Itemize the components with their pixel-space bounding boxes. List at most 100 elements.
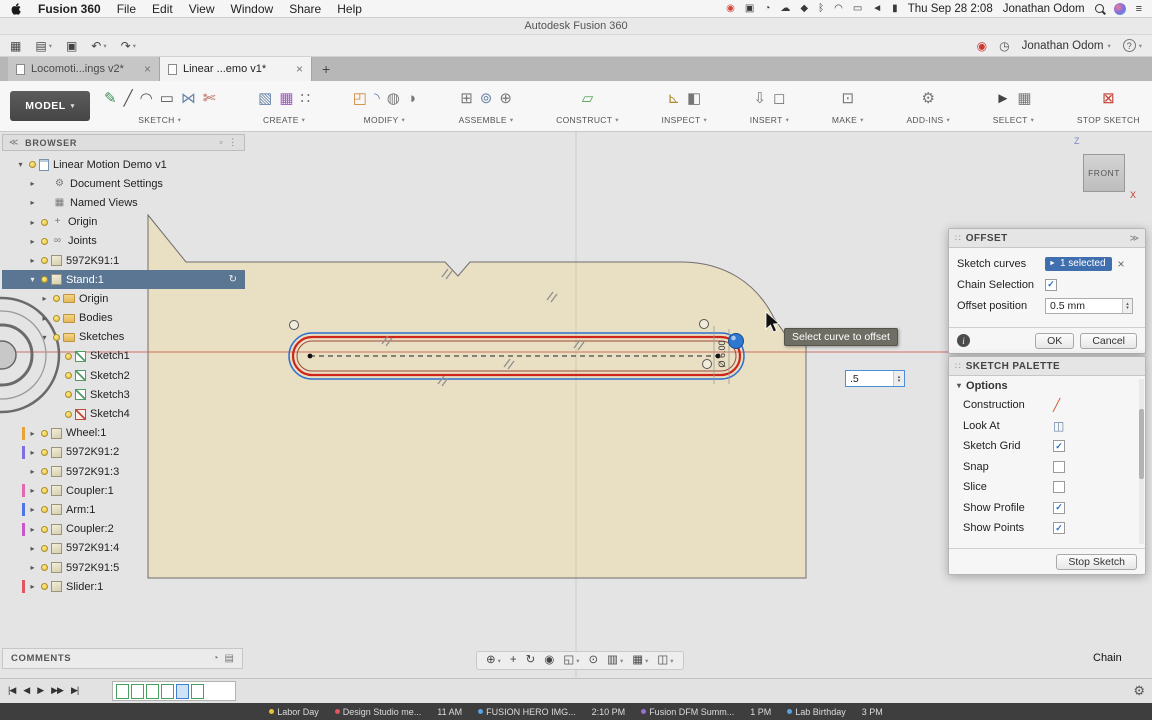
visibility-bulb-icon[interactable] [41,449,48,456]
time-machine-icon[interactable]: ◔ [764,4,770,14]
dropbox-icon[interactable]: ◆ [800,4,808,14]
file-menu-icon[interactable]: ▤▾ [35,40,52,52]
browser-item-5972k91-2[interactable]: ▸5972K91:2 [2,443,245,462]
sketch-grid-checkbox[interactable]: ✓ [1053,440,1065,452]
browser-item-wheel-1[interactable]: ▸Wheel:1 [2,424,245,443]
browser-item-5972k91-3[interactable]: ▸5972K91:3 [2,462,245,481]
press-pull-icon[interactable]: ◰ [353,91,367,106]
rectangle-icon[interactable]: ▭ [160,91,174,106]
browser-item-sketch1[interactable]: Sketch1 [2,347,245,366]
bluetooth-icon[interactable]: ᛒ [818,4,824,14]
visibility-bulb-icon[interactable] [53,315,60,322]
collapse-panel-icon[interactable]: ≪ [9,137,19,148]
close-tab-icon[interactable]: × [144,62,151,76]
visibility-bulb-icon[interactable] [41,506,48,513]
zoom-icon[interactable]: ⊙ [588,655,598,667]
step-back-icon[interactable]: ◀ [23,685,29,696]
browser-item-origin[interactable]: ▸Origin [2,289,245,308]
selection-badge[interactable]: ► 1 selected [1045,257,1112,271]
visibility-bulb-icon[interactable] [65,391,72,398]
expand-caret-icon[interactable]: ▸ [27,237,38,246]
pattern-icon[interactable]: ∷ [301,91,311,106]
stand-face[interactable] [148,215,806,578]
scrollbar-thumb[interactable] [1139,409,1144,479]
battery-icon[interactable]: ▮ [892,4,898,14]
browser-item-joints[interactable]: ▸∞Joints [2,232,245,251]
visibility-bulb-icon[interactable] [53,295,60,302]
expand-caret-icon[interactable]: ▾ [27,275,38,284]
fillet-icon[interactable]: ◝ [374,91,380,106]
viewports-icon[interactable]: ◫▾ [657,655,673,667]
wifi-icon[interactable]: ◠ [834,4,843,14]
browser-item-5972k91-1[interactable]: ▸5972K91:1 [2,251,245,270]
look-at-icon[interactable]: ◫ [1053,419,1064,433]
browser-item-arm-1[interactable]: ▸Arm:1 [2,500,245,519]
browser-item-linear-motion-demo-v1[interactable]: ▾Linear Motion Demo v1 [2,155,245,174]
browser-item-document-settings[interactable]: ▸⚙Document Settings [2,174,245,193]
clear-selection-icon[interactable]: × [1118,257,1125,271]
expand-caret-icon[interactable]: ▸ [27,525,38,534]
expand-caret-icon[interactable]: ▸ [27,256,38,265]
expand-caret-icon[interactable]: ▸ [27,505,38,514]
close-tab-icon[interactable]: × [296,62,303,76]
mirroring-icon[interactable]: ▭ [853,4,862,14]
visibility-bulb-icon[interactable] [41,526,48,533]
spin-down-icon[interactable]: ▾ [898,379,901,383]
expand-caret-icon[interactable]: ▾ [15,160,26,169]
browser-item-sketches[interactable]: ▾Sketches [2,328,245,347]
visibility-bulb-icon[interactable] [65,372,72,379]
browser-item-origin[interactable]: ▸+Origin [2,213,245,232]
display-settings-icon[interactable]: ▥▾ [607,655,623,667]
history-icon[interactable]: ◷ [999,39,1009,53]
comment-list-icon[interactable]: ▤ [225,653,234,664]
rigid-group-icon[interactable]: ⊕ [499,91,512,106]
viewcube-front-face[interactable]: FRONT [1083,154,1125,192]
create-sketch-icon[interactable]: ✎ [104,91,117,106]
expand-caret-icon[interactable]: ▸ [39,314,50,323]
scripts-addins-icon[interactable]: ⚙ [922,91,935,106]
visibility-bulb-icon[interactable] [41,545,48,552]
timeline-feature-5[interactable] [176,684,189,699]
browser-item-slider-1[interactable]: ▸Slider:1 [2,577,245,596]
visibility-bulb-icon[interactable] [65,411,72,418]
menubar-user[interactable]: Jonathan Odom [1003,3,1085,15]
browser-item-bodies[interactable]: ▸Bodies [2,309,245,328]
browser-item-sketch2[interactable]: Sketch2 [2,366,245,385]
volume-icon[interactable]: ◄ [872,4,882,14]
expand-caret-icon[interactable]: ▸ [27,544,38,553]
go-to-end-icon[interactable]: ▶| [71,685,78,696]
browser-item-coupler-1[interactable]: ▸Coupler:1 [2,481,245,500]
step-forward-icon[interactable]: ▶▶ [51,685,63,696]
sketch-palette-header[interactable]: ∷ SKETCH PALETTE [949,357,1145,376]
appearance-icon[interactable]: ◑ [407,91,416,106]
save-icon[interactable]: ▣ [66,40,77,52]
menubar-clock[interactable]: Thu Sep 28 2:08 [908,3,993,15]
document-tab-1[interactable]: Locomoti...ings v2*× [8,57,160,81]
measure-icon[interactable]: ⊾ [667,91,680,106]
arc-icon[interactable]: ◠ [140,91,153,106]
app-menu[interactable]: Fusion 360 [38,2,101,16]
visibility-bulb-icon[interactable] [41,487,48,494]
dock-panel-icon[interactable]: ▫ [219,137,223,148]
create-form-icon[interactable]: ▦ [279,91,293,106]
construction-icon[interactable]: ╱ [1053,398,1060,412]
expand-caret-icon[interactable]: ▸ [39,294,50,303]
insert-mesh-icon[interactable]: ⇩ [753,91,766,106]
visibility-bulb-icon[interactable] [41,257,48,264]
panel-menu-icon[interactable]: ⋮ [228,137,238,148]
expand-panel-icon[interactable]: ≫ [1130,233,1139,244]
decal-icon[interactable]: ◻ [773,91,785,106]
shell-icon[interactable]: ◍ [387,91,400,106]
spin-down-icon[interactable]: ▾ [1126,306,1129,310]
document-tab-2[interactable]: Linear ...emo v1*× [160,57,312,81]
data-panel-icon[interactable]: ▦ [10,40,21,52]
visibility-bulb-icon[interactable] [41,583,48,590]
info-icon[interactable]: i [957,334,970,347]
options-section-header[interactable]: ▾ Options [949,376,1145,395]
timeline-feature-4[interactable] [161,684,174,699]
browser-header[interactable]: ≪ BROWSER ▫ ⋮ [2,134,245,151]
comment-nav-icon[interactable]: ◔ [213,653,219,664]
screen-record-icon[interactable]: ◉ [726,4,735,14]
joint-icon[interactable]: ⊚ [480,91,493,106]
settings-gear-icon[interactable]: ⚙ [1133,684,1145,697]
